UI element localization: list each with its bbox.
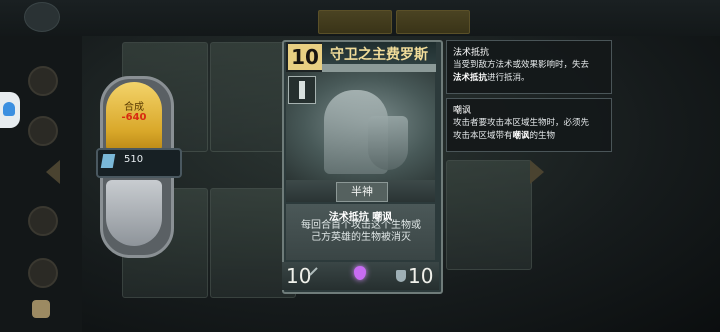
- card-cost-value: 10: [291, 45, 319, 69]
- tooltip-line: 法术抵抗进行抵消。: [453, 72, 605, 85]
- top-bar: [0, 0, 720, 36]
- card-name: 守卫之主费罗斯: [330, 47, 428, 63]
- dust-value: 510: [124, 154, 144, 165]
- next-page-arrow-icon[interactable]: [530, 160, 544, 184]
- tooltip-body: 攻击者要攻击本区域生物时，必须先 攻击本区域带有嘲讽的生物: [453, 117, 605, 143]
- card-health: 10: [408, 264, 434, 288]
- tab-2[interactable]: [396, 10, 470, 34]
- craft-cost: -640: [121, 112, 147, 123]
- card-desc-line-1: 每回合首个攻击这个生物或: [301, 220, 421, 231]
- rail-icon-1[interactable]: [28, 66, 58, 96]
- tooltip-taunt: 嘲讽 攻击者要攻击本区域生物时，必须先 攻击本区域带有嘲讽的生物: [446, 98, 612, 152]
- tooltip-keyword: 嘲讽: [512, 131, 530, 141]
- grid-card[interactable]: [446, 160, 532, 270]
- rail-icon-3[interactable]: [28, 206, 58, 236]
- tooltip-text: 的生物: [529, 131, 556, 141]
- disenchant-button[interactable]: [106, 180, 162, 246]
- tooltip-title: 法术抵抗: [453, 48, 490, 58]
- craft-label: 合成: [124, 102, 144, 113]
- type-icon: [288, 76, 316, 104]
- prev-page-arrow-icon[interactable]: [46, 160, 60, 184]
- profile-tab[interactable]: [0, 92, 20, 128]
- card-name-underline: [322, 64, 436, 72]
- card-description: 每回合首个攻击这个生物或 己方英雄的生物被消灭: [292, 220, 430, 244]
- card-attack: 10: [286, 264, 312, 288]
- card-desc-line-2: 己方英雄的生物被消灭: [311, 232, 411, 243]
- shield-icon: [396, 270, 406, 282]
- tooltip-keyword: 法术抵抗: [453, 73, 488, 83]
- tooltip-body: 当受到敌方法术或效果影响时，失去 法术抵抗进行抵消。: [453, 59, 605, 85]
- profile-icon: [3, 102, 15, 116]
- tooltip-line: 攻击本区域带有嘲讽的生物: [453, 130, 605, 143]
- card-art-shield: [368, 116, 408, 170]
- tooltip-title: 嘲讽: [453, 106, 472, 116]
- dust-icon: [100, 154, 116, 168]
- friends-icon[interactable]: [32, 300, 50, 318]
- tooltip-line: 当受到敌方法术或效果影响时，失去: [453, 60, 590, 70]
- rail-icon-2[interactable]: [28, 116, 58, 146]
- tooltip-line: 攻击者要攻击本区域生物时，必须先: [453, 118, 590, 128]
- card-tribe: 半神: [336, 182, 388, 202]
- home-icon[interactable]: [24, 2, 60, 32]
- tooltip-text: 攻击本区域带有: [453, 131, 513, 141]
- card-cost: 10: [286, 42, 324, 72]
- tab-1[interactable]: [318, 10, 392, 34]
- tooltip-spell-resist: 法术抵抗 当受到敌方法术或效果影响时，失去 法术抵抗进行抵消。: [446, 40, 612, 94]
- left-rail: [0, 36, 82, 332]
- rail-icon-4[interactable]: [28, 258, 58, 288]
- tooltip-text: 进行抵消。: [487, 73, 530, 83]
